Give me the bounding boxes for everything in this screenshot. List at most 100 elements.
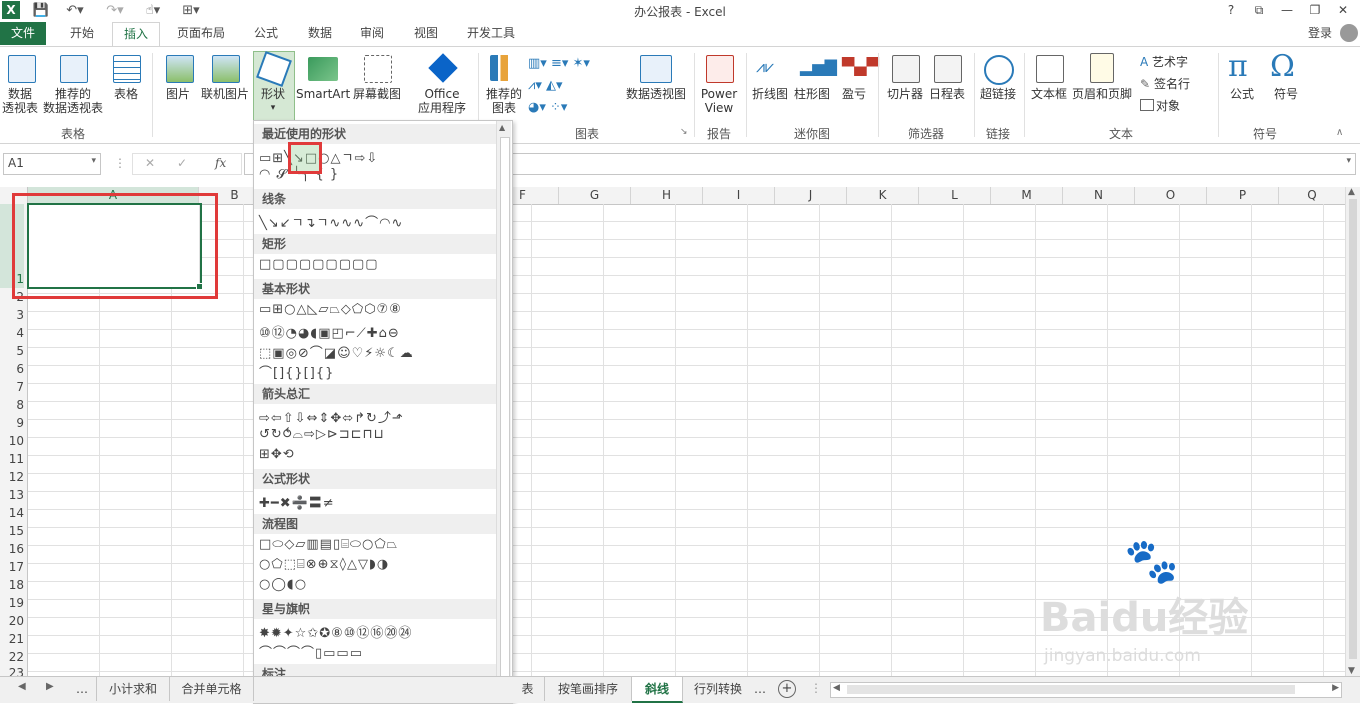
basic-shapes-row[interactable]: ⑩⑫◔◕◖▣◰⌐⟋✚⌂⊖ <box>259 322 400 341</box>
textbox-button[interactable]: 文本框 <box>1028 87 1070 101</box>
pivot-chart-button[interactable]: 数据透视图 <box>622 87 690 101</box>
collapse-ribbon-icon[interactable]: ∧ <box>1336 127 1343 138</box>
column-header-I[interactable]: I <box>703 187 775 204</box>
line-sparkline-button[interactable]: 折线图 <box>750 87 790 101</box>
tab-home[interactable]: 开始 <box>58 22 106 45</box>
tab-page-layout[interactable]: 页面布局 <box>168 22 234 45</box>
column-header-M[interactable]: M <box>991 187 1063 204</box>
column-header-G[interactable]: G <box>559 187 631 204</box>
insert-function-icon[interactable]: fx <box>215 156 226 170</box>
equation-button[interactable]: 公式 <box>1222 87 1262 101</box>
shapes-button[interactable]: 形状 <box>253 87 293 101</box>
enter-icon[interactable]: ✓ <box>177 156 187 170</box>
scroll-thumb[interactable] <box>1349 199 1357 659</box>
column-header-K[interactable]: K <box>847 187 919 204</box>
gallery-scroll-thumb[interactable] <box>500 137 510 684</box>
sheet-tab-diagonal[interactable]: 斜线 <box>632 677 683 703</box>
tab-review[interactable]: 审阅 <box>350 22 394 45</box>
signature-line-button[interactable]: 签名行 <box>1154 77 1204 91</box>
basic-shapes-row[interactable]: ⬚▣◎⊘⌒◪☺♡⚡☼☾☁ <box>259 342 414 361</box>
name-box[interactable]: A1 ▾ <box>3 153 101 175</box>
minimize-icon[interactable]: — <box>1276 1 1298 19</box>
stars-row[interactable]: ⌒⌒⌒⌒▯▭▭▭ <box>259 642 363 661</box>
winloss-sparkline-button[interactable]: 盈亏 <box>836 87 872 101</box>
equation-shapes-row[interactable]: ✚━✖➗〓≠ <box>259 492 335 511</box>
smartart-button[interactable]: SmartArt <box>296 87 350 101</box>
office-apps-button[interactable]: Office 应用程序 <box>410 87 474 115</box>
arrows-row[interactable]: ⇨⇦⇧⇩⇔⇕✥⬄↱↻⤴⬏ <box>259 407 404 426</box>
cancel-icon[interactable]: ✕ <box>145 156 155 170</box>
row-header-15[interactable]: 15 <box>0 522 24 540</box>
scroll-left-icon[interactable]: ◀ <box>833 683 840 693</box>
hyperlink-button[interactable]: 超链接 <box>976 87 1020 101</box>
ribbon-display-icon[interactable]: ⧉ <box>1248 1 1270 19</box>
restore-icon[interactable]: ❐ <box>1304 1 1326 19</box>
basic-shapes-row[interactable]: ▭⊞○△◺▱⏢◇⬠⬡⑦⑧ <box>259 302 402 317</box>
help-icon[interactable]: ? <box>1220 1 1242 19</box>
tab-insert[interactable]: 插入 <box>112 22 160 47</box>
flowchart-row[interactable]: ○◯◖○ <box>259 577 307 592</box>
screenshot-button[interactable]: 屏幕截图 <box>350 87 404 101</box>
sheet-tab-merge-cells[interactable]: 合并单元格 <box>170 677 254 701</box>
power-view-button[interactable]: Power View <box>698 87 740 115</box>
symbol-button[interactable]: 符号 <box>1266 87 1306 101</box>
tab-view[interactable]: 视图 <box>404 22 448 45</box>
dialog-launcher-icon[interactable]: ↘ <box>680 127 688 137</box>
row-header-12[interactable]: 12 <box>0 468 24 486</box>
split-handle[interactable]: ⋮ <box>810 681 822 695</box>
slicer-button[interactable]: 切片器 <box>884 87 926 101</box>
tab-formulas[interactable]: 公式 <box>244 22 288 45</box>
wordart-button[interactable]: 艺术字 <box>1152 55 1202 69</box>
sheet-tab-more-right[interactable]: … <box>752 677 768 701</box>
pivot-table-button[interactable]: 数据 透视表 <box>0 87 40 115</box>
name-box-dropdown-icon[interactable]: ▾ <box>91 156 96 166</box>
flowchart-row[interactable]: ○⬠⬚⌸⊗⊕⧖◊△▽◗◑ <box>259 557 389 572</box>
next-sheet-icon[interactable]: ▶ <box>46 681 54 692</box>
row-header-16[interactable]: 16 <box>0 540 24 558</box>
sheet-tab-subtotal[interactable]: 小计求和 <box>97 677 170 701</box>
header-footer-button[interactable]: 页眉和页脚 <box>1070 87 1134 101</box>
scroll-right-icon[interactable]: ▶ <box>1332 683 1339 693</box>
column-header-L[interactable]: L <box>919 187 991 204</box>
column-header-Q[interactable]: Q <box>1279 187 1346 204</box>
row-header-14[interactable]: 14 <box>0 504 24 522</box>
chart-type-icons[interactable]: ▥▾ ≡▾ ✶▾ ⩘▾ ◭▾ ◕▾ ⁘▾ <box>528 53 598 119</box>
row-header-6[interactable]: 6 <box>0 360 24 378</box>
row-header-17[interactable]: 17 <box>0 558 24 576</box>
timeline-button[interactable]: 日程表 <box>926 87 968 101</box>
arrows-row[interactable]: ↺↻⥀⌓⇨▷⊳⊐⊏⊓⊔ <box>259 427 385 442</box>
gallery-scroll-up-icon[interactable]: ▲ <box>499 123 505 132</box>
row-header-7[interactable]: 7 <box>0 378 24 396</box>
online-picture-button[interactable]: 联机图片 <box>200 87 250 101</box>
sheet-tab-more-left[interactable]: … <box>68 677 97 701</box>
flowchart-row[interactable]: □⬭◇▱▥▤▯⌸⬭○⬠⏢ <box>259 537 398 552</box>
row-header-20[interactable]: 20 <box>0 612 24 630</box>
add-sheet-icon[interactable]: + <box>778 680 796 698</box>
sheet-tab-transpose[interactable]: 行列转换 <box>683 677 753 701</box>
h-scroll-thumb[interactable] <box>847 685 1295 694</box>
scroll-down-icon[interactable]: ▼ <box>1348 666 1355 676</box>
row-header-18[interactable]: 18 <box>0 576 24 594</box>
avatar[interactable] <box>1340 24 1358 42</box>
row-header-3[interactable]: 3 <box>0 306 24 324</box>
close-icon[interactable]: ✕ <box>1332 1 1354 19</box>
gallery-scrollbar[interactable]: ▲ ▼ <box>496 121 511 703</box>
basic-shapes-row[interactable]: ⌒[]{}[]{} <box>259 362 334 381</box>
row-header-5[interactable]: 5 <box>0 342 24 360</box>
sheet-tab-table[interactable]: 表 <box>511 677 545 701</box>
recommended-charts-button[interactable]: 推荐的 图表 <box>482 87 526 115</box>
object-button[interactable]: 对象 <box>1156 99 1196 113</box>
column-header-J[interactable]: J <box>775 187 847 204</box>
row-header-8[interactable]: 8 <box>0 396 24 414</box>
scroll-up-icon[interactable]: ▲ <box>1348 187 1355 197</box>
column-header-O[interactable]: O <box>1135 187 1207 204</box>
arrows-row[interactable]: ⊞✥⟲ <box>259 447 295 462</box>
vertical-scrollbar[interactable]: ▲ ▼ <box>1345 187 1360 676</box>
row-header-11[interactable]: 11 <box>0 450 24 468</box>
row-header-13[interactable]: 13 <box>0 486 24 504</box>
tab-developer[interactable]: 开发工具 <box>458 22 524 45</box>
row-header-9[interactable]: 9 <box>0 414 24 432</box>
row-header-10[interactable]: 10 <box>0 432 24 450</box>
row-header-21[interactable]: 21 <box>0 630 24 648</box>
row-header-22[interactable]: 22 <box>0 648 24 666</box>
